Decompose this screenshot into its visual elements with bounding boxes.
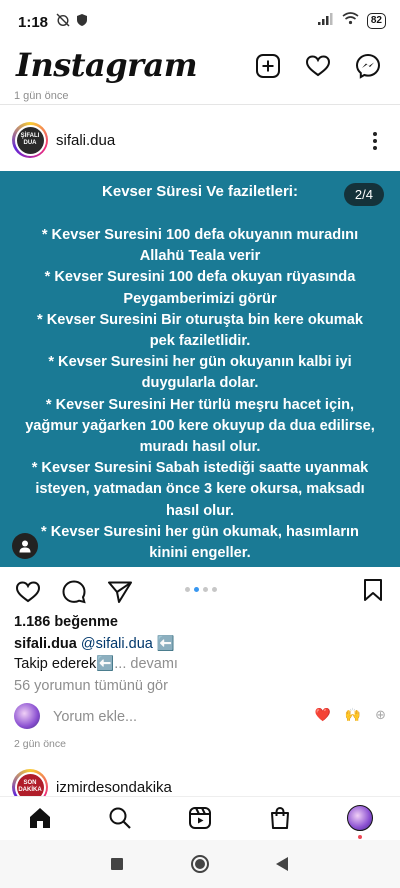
post-actions — [14, 578, 134, 606]
comment-icon — [62, 580, 86, 604]
caption-mention[interactable]: @sifali.dua — [81, 636, 153, 652]
shield-icon — [76, 13, 88, 32]
post-image-line: pek faziletlidir. — [149, 333, 251, 350]
post-image-text: * Kevser Suresini 100 defa okuyanın mura… — [6, 225, 394, 564]
recent-apps-button[interactable] — [107, 854, 127, 874]
home-system-button[interactable] — [190, 854, 210, 874]
quick-reactions: ❤️ 🙌 ⊕ — [315, 707, 386, 723]
post-image-line: yağmur yağarken 100 kere okuyup da dua e… — [25, 417, 375, 434]
new-post-button[interactable] — [254, 52, 282, 80]
previous-post-time: 1 gün önce — [14, 90, 69, 102]
header-actions — [254, 52, 382, 80]
heart-icon — [305, 55, 331, 77]
home-icon — [30, 808, 50, 828]
post-image-line: * Kevser Suresini her gün okuyanın kalbi… — [48, 354, 352, 371]
post-image-line: * Kevser Suresini 100 defa okuyanın mura… — [41, 227, 359, 243]
like-button[interactable] — [14, 578, 42, 606]
wifi-icon — [342, 12, 359, 30]
circle-icon — [191, 855, 209, 873]
post-avatar[interactable]: ŞİFALI DUA — [12, 122, 48, 158]
activity-button[interactable] — [304, 52, 332, 80]
caption-text: Takip ederek⬅️ — [14, 656, 115, 672]
bookmark-icon — [364, 579, 382, 601]
profile-notification-dot — [358, 835, 362, 839]
instagram-logo[interactable]: Instagram — [16, 46, 198, 84]
post-image-line: hasıl olur. — [165, 502, 235, 519]
post-caption: sifali.dua @sifali.dua ⬅️ — [14, 635, 175, 652]
carousel-page-counter: 2/4 — [343, 183, 384, 206]
post-more-options-button[interactable] — [365, 128, 385, 154]
square-icon — [111, 858, 123, 870]
carousel-indicator — [185, 587, 217, 592]
carousel-dot — [203, 587, 208, 592]
system-navigation-bar — [0, 840, 400, 888]
signal-icon — [317, 12, 334, 30]
caption-username[interactable]: sifali.dua — [14, 636, 77, 652]
add-emoji-button[interactable]: ⊕ — [375, 707, 386, 723]
current-user-avatar — [14, 703, 40, 729]
carousel-dot — [194, 587, 199, 592]
send-icon — [108, 581, 132, 603]
nav-profile-button[interactable] — [347, 805, 373, 831]
next-post-username[interactable]: izmirdesondakika — [56, 779, 172, 796]
post-image-line: Peygamberimizi görür — [123, 290, 277, 307]
post-image-line: duygularla dolar. — [141, 375, 259, 392]
add-comment-row: Yorum ekle... ❤️ 🙌 ⊕ — [14, 703, 386, 731]
shopping-bag-icon — [271, 806, 289, 829]
heart-emoji-button[interactable]: ❤️ — [315, 707, 331, 723]
comment-button[interactable] — [60, 578, 88, 606]
post-image-line: Allahü Teala verir — [139, 248, 261, 265]
post-timestamp: 2 gün önce — [14, 738, 66, 750]
avatar-label: ŞİFALI DUA — [16, 126, 44, 154]
plus-square-icon — [256, 54, 280, 78]
save-button[interactable] — [362, 578, 384, 607]
post-divider — [0, 104, 400, 105]
post-image-line: muradı hasıl olur. — [139, 439, 261, 456]
bottom-navigation — [0, 796, 400, 839]
nav-shop-button[interactable] — [267, 805, 293, 831]
person-icon — [19, 540, 31, 553]
status-time: 1:18 — [18, 14, 49, 31]
alarm-off-icon — [56, 13, 70, 32]
post-image-line: * Kevser Suresini 100 defa okuyan rüyası… — [44, 269, 356, 286]
messenger-button[interactable] — [354, 52, 382, 80]
status-notification-icons — [56, 13, 88, 32]
battery-indicator: 82 — [366, 13, 386, 29]
post-image-title: Kevser Süresi Ve faziletleri: — [102, 183, 298, 200]
post-image-line: * Kevser Suresini her gün okumak, hasıml… — [41, 523, 359, 540]
nav-search-button[interactable] — [107, 805, 133, 831]
caption-more-link[interactable]: ... devamı — [114, 656, 178, 672]
back-triangle-icon — [276, 857, 288, 871]
carousel-dot — [185, 587, 190, 592]
nav-home-button[interactable] — [27, 805, 53, 831]
post-image-line: * Kevser Suresini Sabah istediği saatte … — [31, 460, 369, 477]
post-image-line: isteyen, yatmadan önce 3 kere okursa, ma… — [35, 481, 365, 498]
tagged-users-button[interactable] — [12, 533, 38, 559]
reels-icon — [189, 807, 211, 829]
profile-avatar — [347, 805, 373, 831]
post-caption-line: Takip ederek⬅️... devamı — [14, 655, 178, 672]
post-image-line: * Kevser Suresini Her türlü meşru hacet … — [45, 396, 355, 413]
view-all-comments-link[interactable]: 56 yorumun tümünü gör — [14, 678, 168, 694]
status-bar: 1:18 82 — [0, 0, 400, 44]
post-image[interactable]: Kevser Süresi Ve faziletleri: 2/4 * Kevs… — [0, 171, 400, 567]
share-button[interactable] — [106, 578, 134, 606]
search-icon — [109, 807, 131, 829]
caption-arrow: ⬅️ — [156, 636, 175, 652]
status-system-icons: 82 — [317, 12, 386, 30]
post-image-line: kinini engeller. — [149, 545, 251, 562]
messenger-icon — [355, 53, 381, 79]
add-comment-input[interactable]: Yorum ekle... — [53, 709, 137, 725]
raised-hands-emoji-button[interactable]: 🙌 — [345, 707, 361, 723]
carousel-dot — [212, 587, 217, 592]
post-image-line: * Kevser Suresini Bir oturuşta bin kere … — [36, 311, 364, 328]
back-button[interactable] — [272, 854, 292, 874]
nav-reels-button[interactable] — [187, 805, 213, 831]
post-username[interactable]: sifali.dua — [56, 132, 115, 149]
like-count[interactable]: 1.186 beğenme — [14, 614, 118, 630]
heart-icon — [15, 581, 41, 603]
